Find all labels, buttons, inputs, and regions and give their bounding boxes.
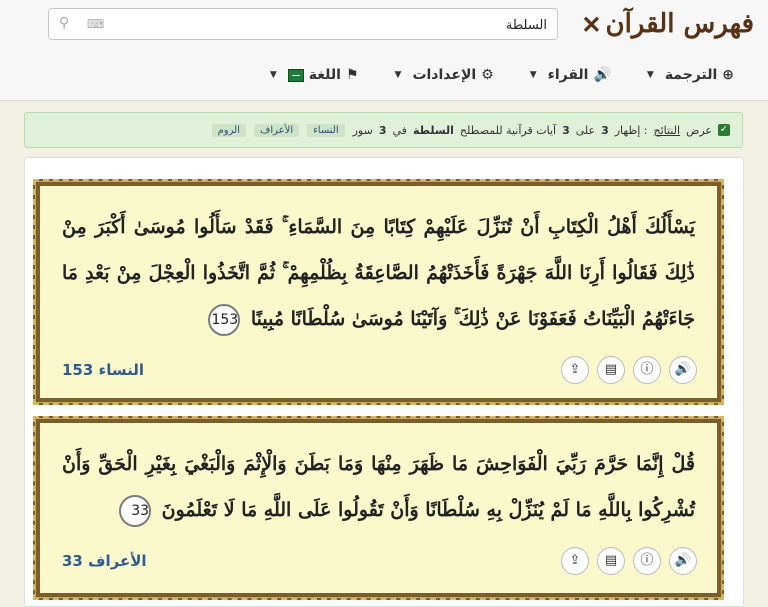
speaker-icon: 🔊 — [593, 67, 611, 83]
search-input[interactable] — [145, 13, 549, 37]
verse-card: يَسْأَلُكَ أَهْلُ الْكِتَابِ أَنْ تُنَزِ… — [33, 179, 724, 405]
verse-number: 33 — [119, 495, 152, 527]
info-icon[interactable]: ⓘ — [633, 356, 661, 384]
logo[interactable]: فهرس القرآن ✕ — [581, 6, 754, 42]
share-icon[interactable]: ⇪ — [561, 356, 589, 384]
main-nav: ⊕ الترجمة ▼ 🔊 القراء ▼ ⚙ الإعدادات ▼ ⚑ ا… — [270, 62, 734, 88]
saudi-flag-icon — [287, 68, 304, 82]
verse-reference[interactable]: النساء 153 — [62, 361, 144, 379]
info-on: على — [575, 123, 596, 137]
keyboard-icon[interactable]: ⌨ — [87, 17, 104, 31]
sura-tag[interactable]: الروم — [211, 123, 246, 137]
pdf-icon[interactable]: ▤ — [597, 356, 625, 384]
caret-down-icon: ▼ — [529, 70, 537, 80]
info-total: 3 — [562, 123, 570, 137]
results-info: ✓ عرض النتائج : إظهار 3 على 3 آيات قرآني… — [24, 112, 743, 148]
verse-text-content: يَسْأَلُكَ أَهْلُ الْكِتَابِ أَنْ تُنَزِ… — [62, 216, 695, 330]
verse-actions: 🔊 ⓘ ▤ ⇪ — [561, 356, 697, 384]
verse-text: قُلْ إِنَّمَا حَرَّمَ رَبِّيَ الْفَوَاحِ… — [62, 441, 695, 533]
info-middle2: آيات قرآنية للمصطلح — [459, 123, 557, 137]
pdf-icon[interactable]: ▤ — [597, 547, 625, 575]
gear-icon: ⚙ — [481, 67, 494, 83]
verse-text: يَسْأَلُكَ أَهْلُ الْكِتَابِ أَنْ تُنَزِ… — [62, 204, 695, 342]
caret-down-icon: ▼ — [646, 70, 654, 80]
info-suras-word: سور — [352, 123, 373, 137]
verse-text-content: قُلْ إِنَّمَا حَرَّمَ رَبِّيَ الْفَوَاحِ… — [62, 453, 695, 521]
caret-down-icon: ▼ — [394, 70, 402, 80]
verse-number: 153 — [208, 304, 241, 336]
info-in: في — [392, 123, 407, 137]
header: فهرس القرآن ✕ ⌨ ⚲ ⊕ الترجمة ▼ 🔊 القراء ▼… — [0, 0, 768, 101]
nav-reciters[interactable]: 🔊 القراء ▼ — [530, 62, 611, 88]
globe-icon: ⊕ — [722, 67, 734, 83]
logo-text: فهرس القرآن — [605, 9, 754, 39]
nav-settings-label: الإعدادات — [412, 67, 477, 83]
sura-tag[interactable]: الأعراف — [253, 123, 300, 137]
info-term: السلطة — [412, 123, 454, 137]
info-middle: : إظهار — [614, 123, 648, 137]
crossed-swords-icon: ✕ — [581, 9, 602, 39]
nav-settings[interactable]: ⚙ الإعدادات ▼ — [395, 62, 494, 88]
checkbox-icon: ✓ — [718, 124, 730, 136]
info-icon[interactable]: ⓘ — [633, 547, 661, 575]
search-icon[interactable]: ⚲ — [59, 15, 69, 31]
verse-reference[interactable]: الأعراف 33 — [62, 552, 147, 570]
nav-language-label: اللغة — [308, 67, 341, 83]
sura-tag[interactable]: النساء — [307, 123, 345, 137]
nav-reciters-label: القراء — [547, 67, 589, 83]
share-icon[interactable]: ⇪ — [561, 547, 589, 575]
audio-icon[interactable]: 🔊 — [669, 547, 697, 575]
verse-actions: 🔊 ⓘ ▤ ⇪ — [561, 547, 697, 575]
flag-icon: ⚑ — [345, 67, 359, 83]
nav-language[interactable]: ⚑ اللغة ▼ — [270, 62, 359, 88]
audio-icon[interactable]: 🔊 — [669, 356, 697, 384]
caret-down-icon: ▼ — [269, 70, 277, 80]
info-shown: 3 — [601, 123, 609, 137]
info-prefix: عرض — [686, 123, 712, 137]
info-suras-count: 3 — [378, 123, 387, 137]
nav-translation[interactable]: ⊕ الترجمة ▼ — [647, 62, 734, 88]
verse-card: قُلْ إِنَّمَا حَرَّمَ رَبِّيَ الْفَوَاحِ… — [33, 416, 724, 600]
nav-translation-label: الترجمة — [664, 67, 718, 83]
search-box: ⌨ ⚲ — [48, 8, 558, 40]
results-link[interactable]: النتائج — [654, 124, 681, 137]
